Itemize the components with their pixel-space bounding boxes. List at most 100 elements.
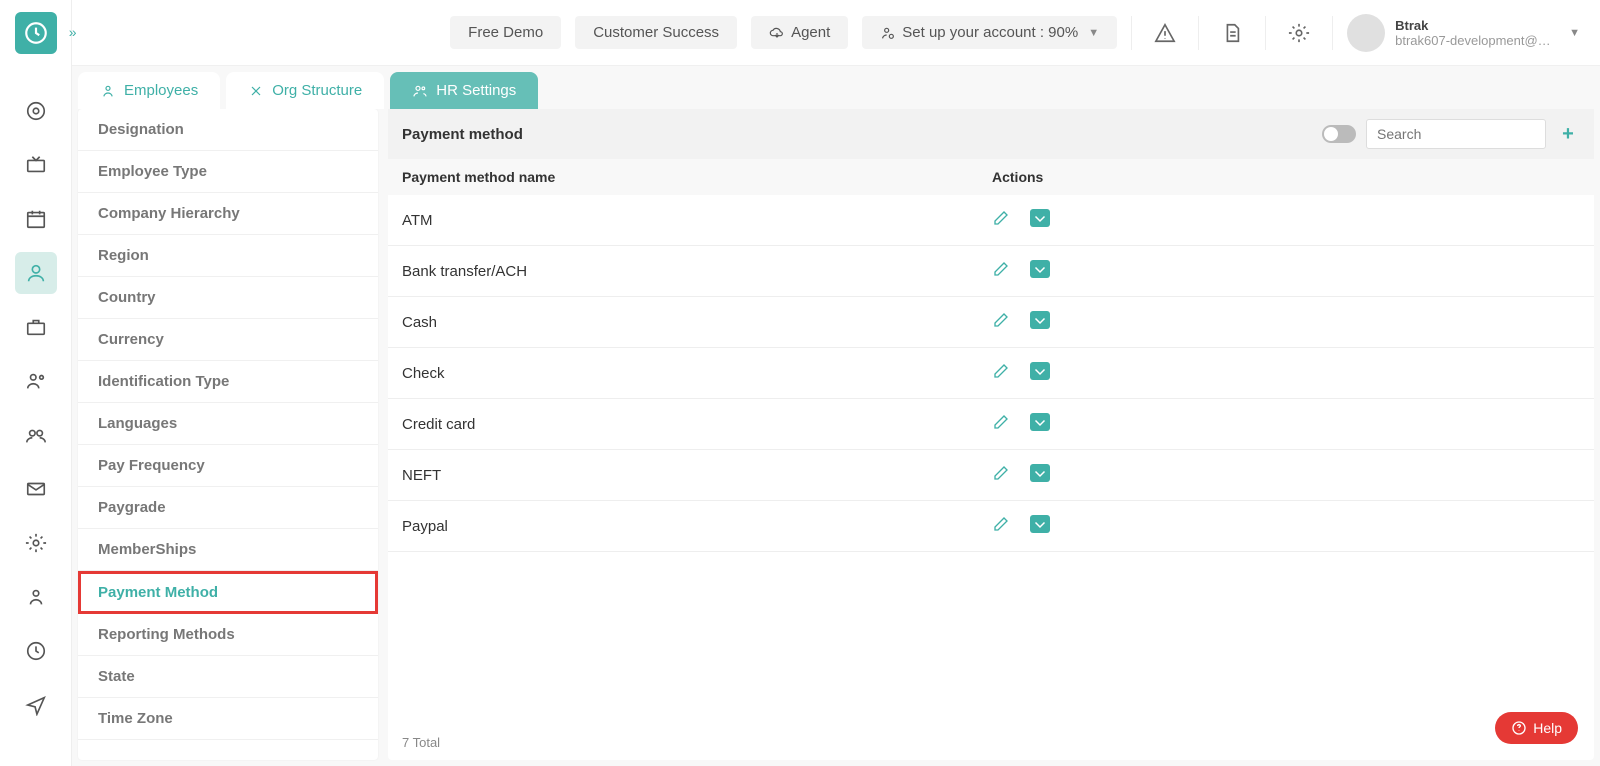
nav-tv[interactable]	[15, 144, 57, 186]
help-label: Help	[1533, 720, 1562, 736]
nav-people[interactable]	[15, 252, 57, 294]
nav-contact[interactable]	[15, 360, 57, 402]
setup-label: Set up your account : 90%	[902, 24, 1078, 41]
nav-settings[interactable]	[15, 522, 57, 564]
tab-hr-label: HR Settings	[436, 82, 516, 99]
content-panel: Payment method + Payment method name Act…	[388, 109, 1594, 760]
settings-item-pay-frequency[interactable]: Pay Frequency	[78, 445, 378, 487]
add-button[interactable]: +	[1556, 122, 1580, 146]
divider	[1198, 16, 1199, 50]
archive-icon[interactable]	[1030, 209, 1050, 227]
chevron-down-icon: ▼	[1569, 27, 1580, 39]
user-menu[interactable]: Btrak btrak607-development@gm... ▼	[1347, 14, 1580, 52]
archive-toggle[interactable]	[1322, 125, 1356, 143]
help-button[interactable]: Help	[1495, 712, 1578, 744]
column-actions-header: Actions	[992, 169, 1112, 185]
settings-item-designation[interactable]: Designation	[78, 109, 378, 151]
nav-mail[interactable]	[15, 468, 57, 510]
nav-clock[interactable]	[15, 630, 57, 672]
row-name: Check	[402, 365, 992, 382]
table-footer: 7 Total	[388, 725, 1594, 760]
row-name: Paypal	[402, 518, 992, 535]
tab-employees[interactable]: Employees	[78, 72, 220, 109]
settings-item-state[interactable]: State	[78, 656, 378, 698]
edit-icon[interactable]	[992, 311, 1010, 333]
tab-org-structure[interactable]: Org Structure	[226, 72, 384, 109]
edit-icon[interactable]	[992, 362, 1010, 384]
expand-sidebar-icon[interactable]: »	[69, 24, 77, 40]
customer-success-button[interactable]: Customer Success	[575, 16, 737, 49]
table-row: NEFT	[388, 450, 1594, 501]
cloud-icon	[769, 25, 785, 41]
edit-icon[interactable]	[992, 515, 1010, 537]
column-name-header: Payment method name	[402, 169, 992, 185]
table-row: Credit card	[388, 399, 1594, 450]
nav-team[interactable]	[15, 414, 57, 456]
archive-icon[interactable]	[1030, 464, 1050, 482]
nav-dashboard[interactable]	[15, 90, 57, 132]
nav-calendar[interactable]	[15, 198, 57, 240]
tab-row: Employees Org Structure HR Settings	[72, 66, 1600, 109]
table-row: Cash	[388, 297, 1594, 348]
settings-item-country[interactable]: Country	[78, 277, 378, 319]
free-demo-label: Free Demo	[468, 24, 543, 41]
chevron-down-icon: ▼	[1088, 27, 1099, 39]
divider	[1131, 16, 1132, 50]
archive-icon[interactable]	[1030, 413, 1050, 431]
people-settings-icon	[412, 83, 428, 99]
settings-item-languages[interactable]: Languages	[78, 403, 378, 445]
settings-item-paygrade[interactable]: Paygrade	[78, 487, 378, 529]
edit-icon[interactable]	[992, 464, 1010, 486]
user-name: Btrak	[1395, 18, 1555, 33]
row-name: Bank transfer/ACH	[402, 263, 992, 280]
app-logo[interactable]: »	[15, 12, 57, 54]
help-icon	[1511, 720, 1527, 736]
content-header: Payment method +	[388, 109, 1594, 159]
settings-sidebar: Designation Employee Type Company Hierar…	[78, 109, 378, 760]
settings-item-employee-type[interactable]: Employee Type	[78, 151, 378, 193]
content-title: Payment method	[402, 126, 523, 143]
settings-item-currency[interactable]: Currency	[78, 319, 378, 361]
agent-button[interactable]: Agent	[751, 16, 848, 49]
settings-item-identification-type[interactable]: Identification Type	[78, 361, 378, 403]
edit-icon[interactable]	[992, 413, 1010, 435]
table-body: ATM Bank transfer/ACH Cash Check Credit card…	[388, 195, 1594, 725]
edit-icon[interactable]	[992, 209, 1010, 231]
nav-briefcase[interactable]	[15, 306, 57, 348]
settings-item-reporting-methods[interactable]: Reporting Methods	[78, 614, 378, 656]
nav-sidebar: »	[0, 0, 72, 766]
person-icon	[100, 83, 116, 99]
settings-item-payment-method[interactable]: Payment Method	[78, 571, 378, 614]
tools-icon	[248, 83, 264, 99]
settings-item-region[interactable]: Region	[78, 235, 378, 277]
row-name: ATM	[402, 212, 992, 229]
topbar: Free Demo Customer Success Agent Set up …	[72, 0, 1600, 66]
settings-item-company-hierarchy[interactable]: Company Hierarchy	[78, 193, 378, 235]
user-setup-icon	[880, 25, 896, 41]
edit-icon[interactable]	[992, 260, 1010, 282]
customer-success-label: Customer Success	[593, 24, 719, 41]
document-icon[interactable]	[1213, 14, 1251, 52]
tab-hr-settings[interactable]: HR Settings	[390, 72, 538, 109]
tab-org-label: Org Structure	[272, 82, 362, 99]
tab-employees-label: Employees	[124, 82, 198, 99]
setup-account-button[interactable]: Set up your account : 90% ▼	[862, 16, 1117, 49]
archive-icon[interactable]	[1030, 260, 1050, 278]
gear-icon[interactable]	[1280, 14, 1318, 52]
nav-location[interactable]	[15, 684, 57, 726]
row-name: Cash	[402, 314, 992, 331]
settings-item-time-zone[interactable]: Time Zone	[78, 698, 378, 740]
table-header: Payment method name Actions	[388, 159, 1594, 195]
nav-profile[interactable]	[15, 576, 57, 618]
free-demo-button[interactable]: Free Demo	[450, 16, 561, 49]
row-name: Credit card	[402, 416, 992, 433]
search-input[interactable]	[1366, 119, 1546, 149]
archive-icon[interactable]	[1030, 311, 1050, 329]
settings-item-memberships[interactable]: MemberShips	[78, 529, 378, 571]
divider	[1332, 16, 1333, 50]
archive-icon[interactable]	[1030, 515, 1050, 533]
alert-icon[interactable]	[1146, 14, 1184, 52]
table-row: Check	[388, 348, 1594, 399]
archive-icon[interactable]	[1030, 362, 1050, 380]
agent-label: Agent	[791, 24, 830, 41]
